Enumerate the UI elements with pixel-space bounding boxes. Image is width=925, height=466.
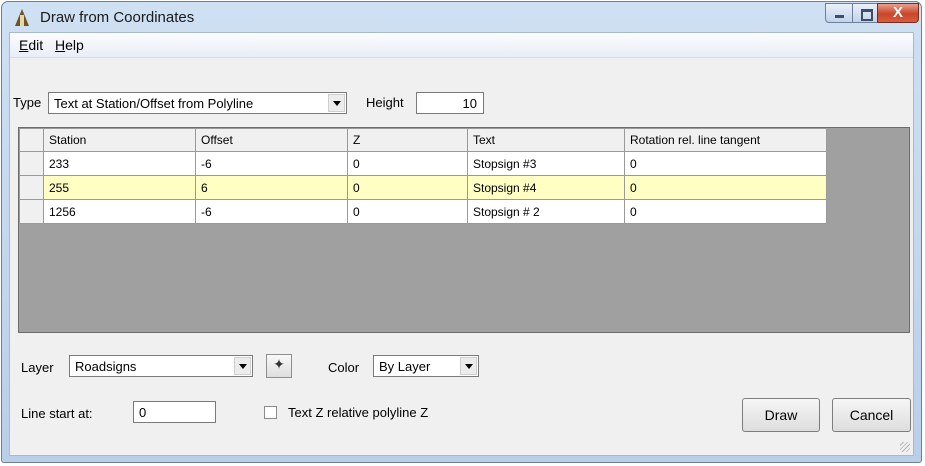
grid-corner-cell[interactable] bbox=[19, 128, 44, 152]
color-label: Color bbox=[328, 360, 360, 375]
layer-select-value: Roadsigns bbox=[75, 359, 137, 374]
line-start-label: Line start at: bbox=[21, 406, 93, 421]
cell-z[interactable]: 0 bbox=[347, 175, 468, 200]
minimize-button[interactable] bbox=[825, 3, 853, 23]
pick-point-icon: ✦ bbox=[273, 356, 285, 372]
cell-offset[interactable]: 6 bbox=[195, 175, 348, 200]
height-label: Height bbox=[366, 95, 404, 110]
chevron-down-icon[interactable] bbox=[234, 357, 251, 375]
table-row[interactable]: 1256 -6 0 Stopsign # 2 0 bbox=[19, 199, 827, 224]
line-start-input[interactable]: 0 bbox=[133, 401, 216, 423]
close-button[interactable]: X bbox=[877, 3, 919, 23]
chevron-down-icon[interactable] bbox=[328, 94, 345, 112]
row-header[interactable] bbox=[19, 175, 44, 200]
color-select[interactable]: By Layer bbox=[373, 355, 479, 377]
height-input[interactable]: 10 bbox=[416, 92, 484, 114]
row-header[interactable] bbox=[19, 199, 44, 224]
chevron-down-icon[interactable] bbox=[460, 357, 477, 375]
cell-rotation[interactable]: 0 bbox=[624, 199, 827, 224]
column-header-z[interactable]: Z bbox=[347, 128, 468, 152]
cell-offset[interactable]: -6 bbox=[195, 151, 348, 176]
cell-rotation[interactable]: 0 bbox=[624, 175, 827, 200]
height-input-value: 10 bbox=[462, 96, 477, 111]
column-header-offset[interactable]: Offset bbox=[195, 128, 348, 152]
menu-bar: Edit Help bbox=[10, 33, 913, 58]
column-header-station[interactable]: Station bbox=[43, 128, 196, 152]
close-icon: X bbox=[892, 4, 903, 21]
line-start-input-value: 0 bbox=[139, 405, 147, 420]
row-header[interactable] bbox=[19, 151, 44, 176]
maximize-button[interactable] bbox=[852, 3, 878, 23]
draw-button[interactable]: Draw bbox=[742, 398, 820, 432]
coordinates-grid: Station Offset Z Text Rotation rel. line… bbox=[18, 127, 910, 333]
cell-z[interactable]: 0 bbox=[347, 151, 468, 176]
type-select[interactable]: Text at Station/Offset from Polyline bbox=[48, 92, 347, 114]
cell-offset[interactable]: -6 bbox=[195, 199, 348, 224]
grid-header-row: Station Offset Z Text Rotation rel. line… bbox=[19, 128, 827, 152]
menu-help[interactable]: Help bbox=[55, 37, 84, 53]
dialog-window: Draw from Coordinates X Edit Help Type T… bbox=[1, 1, 922, 463]
color-select-value: By Layer bbox=[379, 359, 431, 374]
cell-station[interactable]: 255 bbox=[43, 175, 196, 200]
text-z-relative-label[interactable]: Text Z relative polyline Z bbox=[288, 405, 428, 420]
table-row-selected[interactable]: 255 6 0 Stopsign #4 0 bbox=[19, 175, 827, 200]
dialog-client-area: Edit Help Type Text at Station/Offset fr… bbox=[9, 32, 914, 456]
cell-z[interactable]: 0 bbox=[347, 199, 468, 224]
cancel-button[interactable]: Cancel bbox=[832, 398, 911, 432]
column-header-rotation[interactable]: Rotation rel. line tangent bbox=[624, 128, 827, 152]
pick-layer-button[interactable]: ✦ bbox=[266, 354, 292, 378]
cell-station[interactable]: 233 bbox=[43, 151, 196, 176]
layer-select[interactable]: Roadsigns bbox=[69, 355, 253, 377]
type-select-value: Text at Station/Offset from Polyline bbox=[54, 96, 254, 111]
column-header-text[interactable]: Text bbox=[467, 128, 625, 152]
layer-label: Layer bbox=[21, 360, 54, 375]
text-z-relative-checkbox[interactable] bbox=[264, 406, 277, 419]
title-bar[interactable]: Draw from Coordinates X bbox=[2, 2, 921, 32]
app-triangle-icon bbox=[15, 9, 29, 26]
cell-text[interactable]: Stopsign # 2 bbox=[467, 199, 625, 224]
type-label: Type bbox=[13, 95, 42, 110]
resize-grip-icon[interactable] bbox=[900, 442, 910, 452]
maximize-icon bbox=[861, 9, 873, 21]
coordinates-table: Station Offset Z Text Rotation rel. line… bbox=[19, 128, 827, 224]
table-row[interactable]: 233 -6 0 Stopsign #3 0 bbox=[19, 151, 827, 176]
cell-rotation[interactable]: 0 bbox=[624, 151, 827, 176]
cell-text[interactable]: Stopsign #3 bbox=[467, 151, 625, 176]
cell-station[interactable]: 1256 bbox=[43, 199, 196, 224]
menu-edit[interactable]: Edit bbox=[19, 37, 43, 53]
minimize-icon bbox=[835, 15, 844, 18]
cell-text[interactable]: Stopsign #4 bbox=[467, 175, 625, 200]
window-title: Draw from Coordinates bbox=[40, 9, 195, 26]
